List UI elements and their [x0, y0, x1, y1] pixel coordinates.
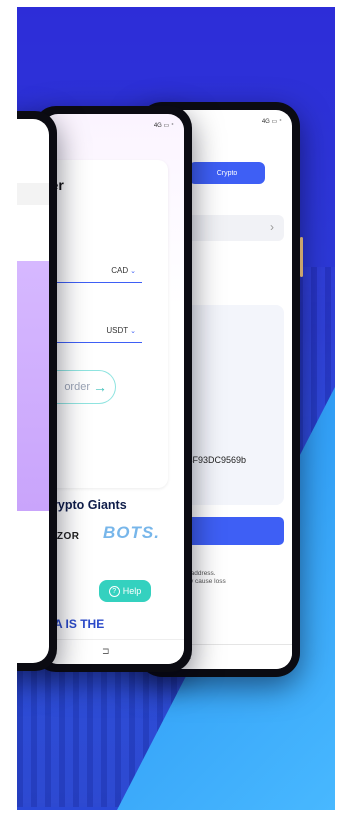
partner-logo-bots: BOTS.	[103, 523, 160, 542]
phone-side-button	[300, 237, 303, 277]
currency-to-select[interactable]: USDT ⌄	[42, 326, 142, 343]
order-card	[42, 160, 168, 488]
help-label: Help	[122, 586, 142, 596]
front-screen	[17, 119, 49, 663]
front-screen-gradient-card	[17, 261, 49, 511]
help-icon: ?	[108, 585, 120, 597]
tab-crypto[interactable]: Crypto	[189, 162, 265, 184]
back-icon[interactable]: ⊐	[102, 646, 110, 657]
status-bar: 4G ▭ ⁺	[153, 123, 174, 129]
status-bar: 4G ▭ ⁺	[261, 119, 282, 125]
bottom-nav: ⌂ ⊐	[42, 639, 184, 664]
promo-background: 4G ▭ ⁺ Crypto › s 39092C4F93DC9569b ss e…	[17, 7, 335, 810]
arrow-right-icon: →	[93, 379, 107, 395]
chevron-down-icon: ⌄	[130, 328, 136, 335]
help-button[interactable]: ? Help	[99, 580, 151, 602]
order-screen: 4G ▭ ⁺ der CAD⌄ USDT⌄ order → Crypto Gia…	[42, 114, 184, 664]
phone-order: 4G ▭ ⁺ der CAD⌄ USDT⌄ order → Crypto Gia…	[34, 106, 192, 672]
phone-front	[17, 111, 57, 671]
chevron-down-icon: ⌄	[130, 268, 136, 275]
currency-from-label: CAD	[111, 266, 129, 275]
chevron-right-icon: ›	[270, 220, 274, 234]
front-screen-row	[17, 183, 49, 205]
currency-from-select[interactable]: CAD ⌄	[42, 266, 142, 283]
currency-to-label: USDT	[106, 326, 129, 335]
place-order-label: order	[64, 381, 90, 393]
